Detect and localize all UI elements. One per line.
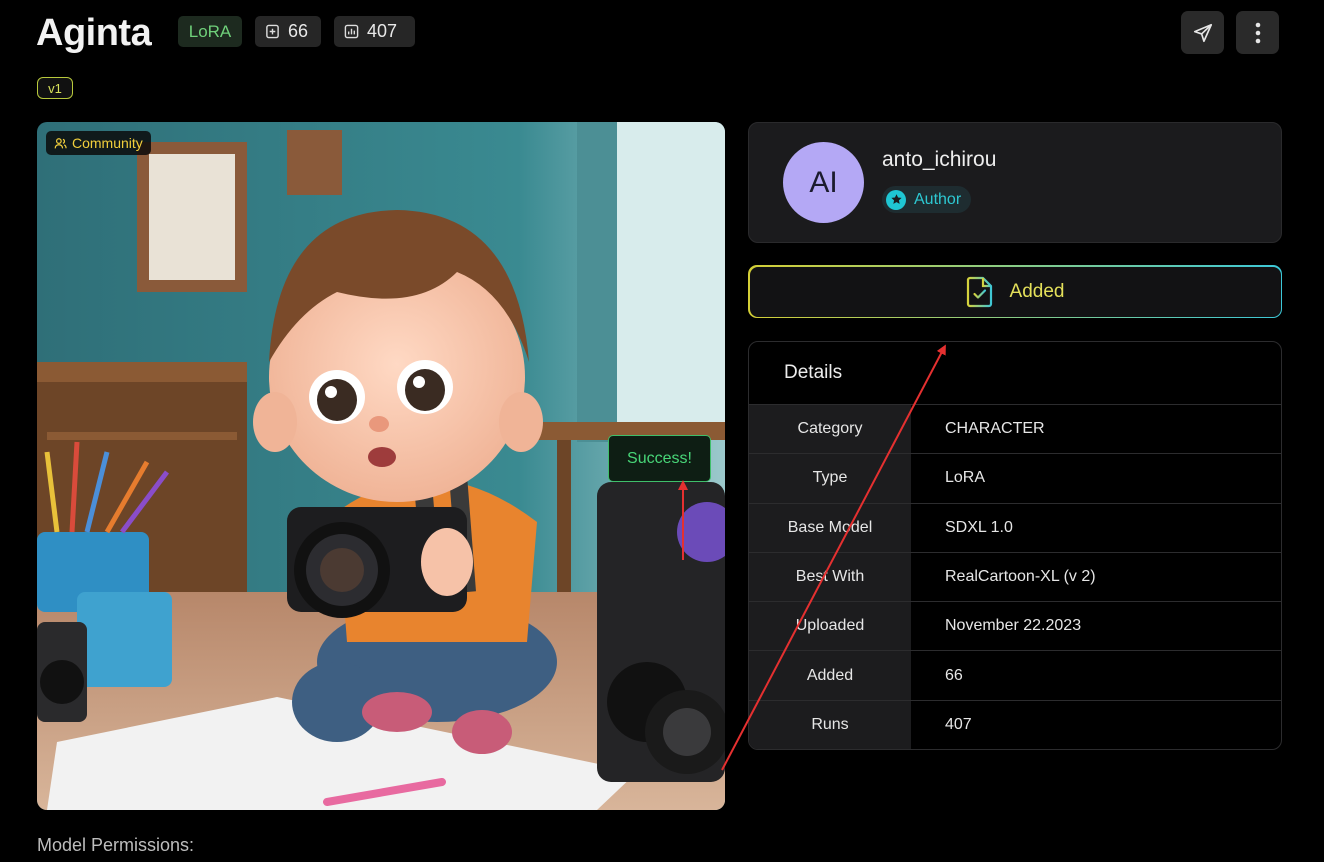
adds-count: 66: [288, 21, 309, 41]
author-name[interactable]: anto_ichirou: [882, 148, 996, 172]
detail-value: 407: [945, 716, 972, 734]
file-check-icon: [966, 276, 992, 307]
detail-value: November 22.2023: [945, 617, 1082, 635]
details-heading: Details: [749, 342, 1281, 405]
version-badge[interactable]: v1: [37, 77, 73, 99]
table-row: Runs 407: [749, 700, 1281, 749]
detail-key: Added: [749, 651, 911, 700]
added-button[interactable]: Added: [748, 265, 1282, 318]
runs-count-chip: 407: [334, 16, 415, 47]
model-permissions-label: Model Permissions:: [37, 835, 195, 855]
table-row: Category CHARACTER: [749, 405, 1281, 455]
table-row: Added 66: [749, 651, 1281, 701]
users-icon: [54, 137, 67, 148]
table-row: Uploaded November 22.2023: [749, 602, 1281, 652]
detail-key: Best With: [749, 552, 911, 602]
details-table: Details Category CHARACTER Type LoRA Base …: [748, 341, 1282, 750]
author-card[interactable]: AI anto_ichirou Author: [748, 122, 1282, 243]
detail-key: Uploaded: [749, 602, 911, 651]
table-row: Type LoRA: [749, 454, 1281, 504]
detail-key: Base Model: [749, 503, 911, 552]
detail-key: Category: [749, 405, 911, 454]
vertical-dots-icon: [1255, 22, 1260, 43]
detail-key: Type: [749, 454, 911, 503]
detail-value[interactable]: RealCartoon-XL (v 2): [911, 553, 1281, 601]
community-label: Community: [72, 135, 143, 151]
author-role-badge: Author: [882, 186, 972, 213]
table-row: Base Model SDXL 1.0: [749, 503, 1281, 553]
model-title: Aginta: [36, 12, 152, 54]
added-label: Added: [1009, 280, 1065, 302]
add-file-icon: [266, 24, 279, 39]
detail-value: 66: [945, 666, 963, 684]
more-options-button[interactable]: [1236, 11, 1279, 54]
community-badge: Community: [46, 131, 151, 155]
bar-chart-icon: [344, 24, 359, 39]
adds-count-chip: 66: [255, 16, 321, 47]
runs-count: 407: [367, 21, 398, 41]
star-icon: [886, 189, 906, 210]
detail-value: LoRA: [945, 469, 986, 487]
share-button[interactable]: [1181, 11, 1224, 54]
avatar[interactable]: AI: [783, 142, 864, 223]
model-type-chip: LoRA: [178, 16, 242, 47]
table-row: Best With RealCartoon-XL (v 2): [749, 552, 1281, 603]
author-role-label: Author: [914, 190, 962, 208]
success-toast: Success!: [608, 435, 711, 482]
detail-value: SDXL 1.0: [945, 518, 1013, 536]
send-icon: [1193, 23, 1212, 42]
detail-value: CHARACTER: [945, 420, 1045, 438]
detail-key: Runs: [749, 700, 911, 749]
